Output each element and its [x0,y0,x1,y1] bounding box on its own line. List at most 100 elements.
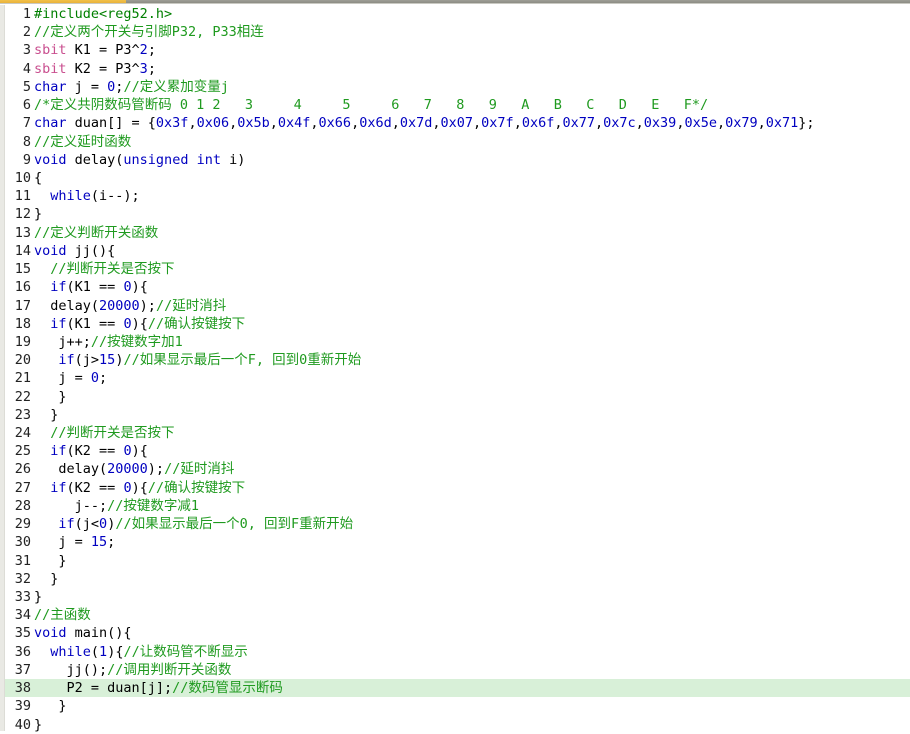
line-number: 29 [14,516,31,533]
code-line[interactable]: 18 if(K1 == 0){//确认按键按下 [5,315,910,333]
code-line-text[interactable]: if(K1 == 0){//确认按键按下 [31,315,245,333]
code-line[interactable]: 14 void jj(){ [5,242,910,260]
code-line[interactable]: 28 j--;//按键数字减1 [5,497,910,515]
line-number: 2 [22,24,31,41]
code-line-text[interactable]: } [31,716,42,734]
code-line[interactable]: 12} [5,205,910,223]
code-line[interactable]: 1 #include<reg52.h> [5,5,910,23]
code-line[interactable]: 30 j = 15; [5,533,910,551]
code-line-text[interactable]: } [31,205,42,223]
code-line[interactable]: 11 while(i--); [5,187,910,205]
code-line-text[interactable]: delay(20000);//延时消抖 [31,297,226,315]
code-editor[interactable]: 1 #include<reg52.h> 2//定义两个开关与引脚P32, P33相连… [5,5,910,734]
code-line[interactable]: 2//定义两个开关与引脚P32, P33相连 [5,23,910,41]
code-line-text[interactable]: } [31,697,66,715]
code-line-text[interactable]: } [31,406,58,424]
code-token: ; [99,370,108,387]
code-line[interactable]: 9 void delay(unsigned int i) [5,151,910,169]
code-line-text[interactable]: //判断开关是否按下 [31,424,174,442]
code-line[interactable]: 32 } [5,570,910,588]
code-line-text[interactable]: j++;//按键数字加1 [31,333,182,351]
code-line[interactable]: 24 //判断开关是否按下 [5,424,910,442]
code-line-text[interactable]: } [31,388,66,406]
code-line[interactable]: 29 if(j<0)//如果显示最后一个0, 回到F重新开始 [5,515,910,533]
code-line-text[interactable]: //判断开关是否按下 [31,260,174,278]
code-line-text[interactable]: void jj(){ [31,242,115,260]
code-line[interactable]: 39 } [5,697,910,715]
code-line-text[interactable]: while(i--); [31,187,139,205]
code-line[interactable]: 16 if(K1 == 0){ [5,278,910,296]
code-line-text[interactable]: void delay(unsigned int i) [31,151,245,169]
code-line[interactable]: 34//主函数 [5,606,910,624]
code-line-text[interactable]: //主函数 [31,606,91,624]
code-token: /*定义共阴数码管断码 0 1 2 3 4 5 6 7 8 9 A B C D … [34,97,709,114]
code-line-text[interactable]: #include<reg52.h> [31,5,172,23]
code-line[interactable]: 6/*定义共阴数码管断码 0 1 2 3 4 5 6 7 8 9 A B C D… [5,96,910,114]
code-line-text[interactable]: if(K2 == 0){//确认按键按下 [31,479,245,497]
line-number: 4 [22,60,31,77]
code-line-text[interactable]: j--;//按键数字减1 [31,497,199,515]
code-line[interactable]: 37 jj();//调用判断开关函数 [5,661,910,679]
code-line[interactable]: 20 if(j>15)//如果显示最后一个F, 回到0重新开始 [5,351,910,369]
code-line[interactable]: 40} [5,716,910,734]
code-line-text[interactable]: char j = 0;//定义累加变量j [31,78,229,96]
code-line-text[interactable]: while(1){//让数码管不断显示 [31,643,247,661]
code-line-text[interactable]: jj();//调用判断开关函数 [31,661,232,679]
code-line[interactable]: 8//定义延时函数 [5,133,910,151]
code-line-text[interactable]: //定义两个开关与引脚P32, P33相连 [31,23,264,41]
code-line-text[interactable]: j = 0; [31,369,107,387]
code-token: , [188,115,197,132]
code-line[interactable]: 33} [5,588,910,606]
code-line[interactable]: 13//定义判断开关函数 [5,224,910,242]
code-line-text[interactable]: if(j>15)//如果显示最后一个F, 回到0重新开始 [31,351,361,369]
code-line[interactable]: 35 void main(){ [5,624,910,642]
line-number: 17 [14,297,31,314]
code-token: , [229,115,238,132]
code-line[interactable]: 23 } [5,406,910,424]
code-line-list[interactable]: 1 #include<reg52.h> 2//定义两个开关与引脚P32, P33相连… [5,5,910,734]
code-line[interactable]: 10{ [5,169,910,187]
code-token: 0 [123,315,132,332]
code-line[interactable]: 27 if(K2 == 0){//确认按键按下 [5,479,910,497]
code-line-text[interactable]: //定义延时函数 [31,133,131,151]
code-line-text[interactable]: //定义判断开关函数 [31,224,158,242]
code-line[interactable]: 25 if(K2 == 0){ [5,442,910,460]
code-token: , [595,115,604,132]
code-line-text[interactable]: if(K2 == 0){ [31,442,148,460]
code-line[interactable]: 17 delay(20000);//延时消抖 [5,297,910,315]
code-token: main(){ [66,625,132,642]
code-line-text[interactable]: if(j<0)//如果显示最后一个0, 回到F重新开始 [31,515,353,533]
code-line-text[interactable]: { [31,169,42,187]
code-line[interactable]: 21 j = 0; [5,369,910,387]
code-line[interactable]: 31 } [5,552,910,570]
code-line-text[interactable]: } [31,588,42,606]
code-line[interactable]: 36 while(1){//让数码管不断显示 [5,643,910,661]
code-line-text[interactable]: P2 = duan[j];//数码管显示断码 [31,679,283,697]
code-line[interactable]: 22 } [5,388,910,406]
code-line-text[interactable]: void main(){ [31,624,132,642]
code-line-text[interactable]: sbit K1 = P3^2; [31,41,156,59]
code-line[interactable]: 26 delay(20000);//延时消抖 [5,460,910,478]
code-line-text[interactable]: } [31,552,66,570]
code-line-text[interactable]: /*定义共阴数码管断码 0 1 2 3 4 5 6 7 8 9 A B C D … [31,96,708,114]
code-token: 20000 [107,461,148,478]
code-token: j = [66,78,108,95]
code-token: i) [220,151,246,168]
code-token: (K2 == [66,479,124,496]
code-token: //定义累加变量j [123,78,229,95]
code-line[interactable]: 15 //判断开关是否按下 [5,260,910,278]
code-line[interactable]: 19 j++;//按键数字加1 [5,333,910,351]
code-line[interactable]: 5 char j = 0;//定义累加变量j [5,78,910,96]
code-line[interactable]: 4 sbit K2 = P3^3; [5,60,910,78]
code-line[interactable]: 7 char duan[] = {0x3f,0x06,0x5b,0x4f,0x66… [5,114,910,132]
code-line-text[interactable]: delay(20000);//延时消抖 [31,460,234,478]
code-line-text[interactable]: sbit K2 = P3^3; [31,60,156,78]
code-line[interactable]: 3 sbit K1 = P3^2; [5,41,910,59]
code-line-text[interactable]: char duan[] = {0x3f,0x06,0x5b,0x4f,0x66,… [31,114,815,132]
code-line-text[interactable]: j = 15; [31,533,115,551]
code-line-text[interactable]: } [31,570,58,588]
code-line[interactable]: 38 P2 = duan[j];//数码管显示断码 [5,679,910,698]
code-line-text[interactable]: if(K1 == 0){ [31,278,148,296]
